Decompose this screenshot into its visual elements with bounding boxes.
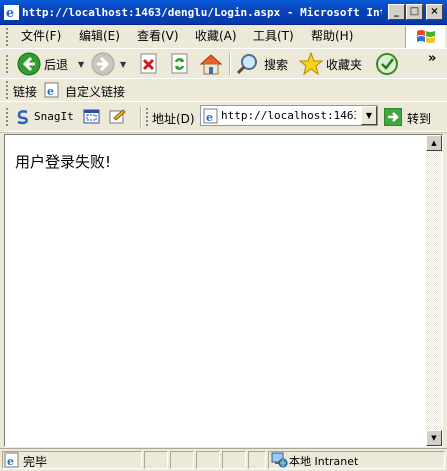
page-e-icon: e [203, 108, 218, 124]
arrow-down-icon: ▼ [431, 434, 437, 442]
back-arrow-icon [17, 52, 41, 76]
favorites-button[interactable]: 收藏夹 [299, 52, 365, 76]
media-button[interactable] [375, 52, 399, 76]
back-label: 后退 [44, 58, 69, 72]
links-bar: 链接 e 自定义链接 [0, 79, 447, 102]
menu-bar: 文件(F) 编辑(E) 查看(V) 收藏(A) 工具(T) 帮助(H) [0, 25, 447, 49]
toolbar-grip[interactable] [6, 108, 11, 126]
status-panel-zone: 本地 Intranet [268, 451, 445, 469]
svg-text:e: e [6, 6, 14, 20]
page-e-icon: e [44, 82, 59, 98]
menu-view[interactable]: 查看(V) [137, 27, 179, 45]
status-bar: e 完毕 本地 Intranet [0, 448, 447, 471]
menu-help[interactable]: 帮助(H) [311, 27, 353, 45]
snagit-button[interactable]: SnagIt [15, 107, 77, 127]
status-panel-main: e 完毕 [2, 451, 142, 469]
favorites-star-icon [299, 52, 323, 76]
toolbar-chevron-icon[interactable]: » [428, 51, 436, 66]
toolbar-grip[interactable] [6, 55, 11, 73]
scroll-up-button[interactable]: ▲ [426, 135, 442, 151]
refresh-icon [171, 53, 188, 74]
status-panel [170, 451, 194, 469]
menu-favorites[interactable]: 收藏(A) [195, 27, 237, 45]
stop-icon [140, 53, 157, 74]
status-panel [196, 451, 220, 469]
vertical-scrollbar[interactable]: ▲ ▼ [426, 135, 442, 446]
arrow-up-icon: ▲ [431, 139, 437, 147]
windows-logo [405, 26, 445, 48]
intranet-zone-icon [271, 452, 288, 468]
scroll-down-button[interactable]: ▼ [426, 430, 442, 446]
minimize-icon: _ [394, 6, 399, 17]
home-button[interactable] [199, 52, 223, 76]
login-failed-message: 用户登录失败! [15, 153, 112, 171]
snagit-capture-region-button[interactable] [109, 108, 127, 126]
zone-text: 本地 Intranet [289, 455, 359, 468]
forward-arrow-icon [91, 52, 115, 76]
close-button[interactable]: × [426, 4, 443, 20]
favorites-label: 收藏夹 [326, 58, 363, 72]
web-content-area[interactable]: 用户登录失败! ▲ ▼ [4, 134, 443, 447]
back-button[interactable]: 后退 ▼ [17, 52, 92, 76]
title-bar[interactable]: e http://localhost:1463/denglu/Login.asp… [0, 0, 447, 25]
snagit-label: SnagIt [34, 110, 74, 123]
address-combobox[interactable]: e http://localhost:1463/denglu/Login.asp… [200, 105, 378, 126]
maximize-button[interactable]: □ [406, 4, 423, 20]
address-toolbar: SnagIt 地址(D) e http://localhost:1463/den… [0, 102, 447, 132]
window-title: http://localhost:1463/denglu/Login.aspx … [22, 6, 382, 19]
menu-edit[interactable]: 编辑(E) [79, 27, 120, 45]
toolbar-grip[interactable] [146, 108, 151, 126]
custom-links-label: 自定义链接 [65, 85, 126, 99]
search-label: 搜索 [264, 58, 289, 72]
minimize-button[interactable]: _ [388, 4, 405, 20]
ie-logo-icon: e [4, 5, 19, 20]
capture-region-icon [109, 109, 126, 124]
custom-links-button[interactable]: e 自定义链接 [44, 81, 134, 100]
go-arrow-icon [384, 108, 402, 126]
chevron-down-icon: ▼ [365, 111, 373, 120]
svg-text:e: e [206, 111, 213, 124]
standard-toolbar: 后退 ▼ ▼ 搜索 收藏夹 » [0, 49, 447, 79]
maximize-icon: □ [409, 6, 420, 17]
media-icon [376, 53, 398, 75]
address-input[interactable]: http://localhost:1463/denglu/Login.aspx [221, 109, 356, 122]
menu-file[interactable]: 文件(F) [21, 27, 61, 45]
stop-button[interactable] [138, 53, 160, 75]
forward-button[interactable]: ▼ [91, 52, 131, 76]
status-panel [222, 451, 246, 469]
forward-dropdown-icon[interactable]: ▼ [120, 60, 126, 69]
capture-window-icon [83, 109, 100, 124]
search-button[interactable]: 搜索 [235, 52, 293, 76]
status-text: 完毕 [23, 455, 48, 469]
toolbar-separator [140, 106, 142, 128]
go-button[interactable]: 转到 [384, 106, 444, 128]
status-panel [248, 451, 266, 469]
address-label: 地址(D) [152, 112, 195, 126]
address-dropdown-button[interactable]: ▼ [361, 106, 377, 125]
snagit-icon [17, 110, 28, 125]
toolbar-grip[interactable] [6, 28, 11, 46]
toolbar-grip[interactable] [6, 81, 11, 99]
page-e-icon: e [4, 452, 19, 468]
snagit-capture-window-button[interactable] [83, 108, 101, 126]
toolbar-separator [229, 53, 231, 75]
search-icon [236, 54, 257, 75]
home-icon [199, 54, 223, 75]
refresh-button[interactable] [169, 53, 191, 75]
svg-text:e: e [7, 455, 14, 468]
windows-flag-icon [417, 30, 435, 43]
links-label[interactable]: 链接 [13, 83, 37, 100]
go-label: 转到 [407, 112, 432, 126]
status-panel [144, 451, 168, 469]
back-dropdown-icon[interactable]: ▼ [78, 60, 84, 69]
svg-text:e: e [47, 85, 54, 98]
menu-tools[interactable]: 工具(T) [253, 27, 294, 45]
close-icon: × [430, 6, 439, 17]
